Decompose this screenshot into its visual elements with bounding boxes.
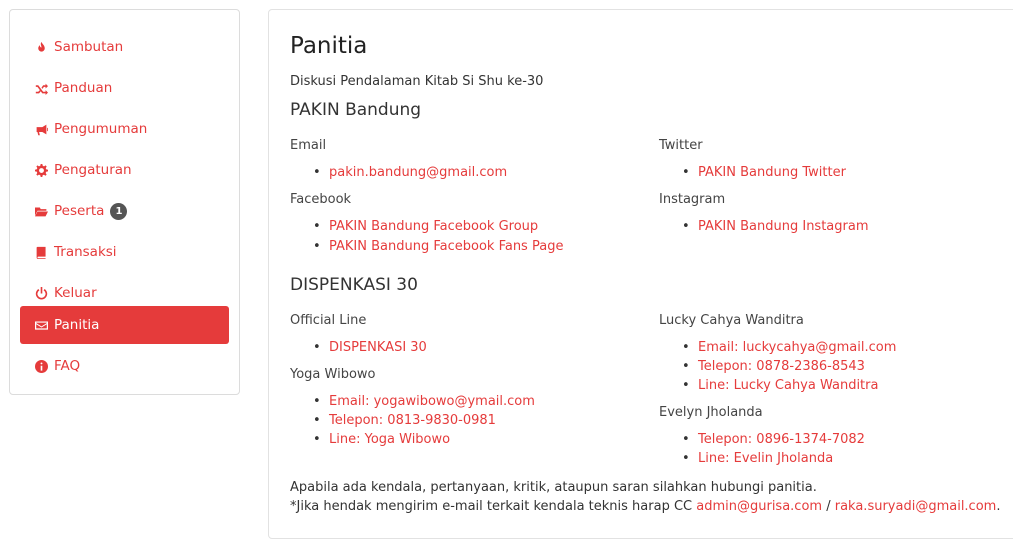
sidebar-item-faq[interactable]: FAQ (20, 347, 229, 385)
gear-icon (34, 163, 48, 177)
sidebar-item-panduan[interactable]: Panduan (20, 69, 229, 107)
sidebar-item-transaksi[interactable]: Transaksi (20, 233, 229, 271)
evelyn-phone-link[interactable]: Telepon: 0896-1374-7082 (698, 432, 865, 447)
power-icon (34, 286, 48, 300)
cc-note: *Jika hendak mengirim e-mail terkait ken… (290, 499, 1000, 514)
sidebar-item-label: Keluar (54, 285, 97, 301)
contact-note: Apabila ada kendala, pertanyaan, kritik,… (290, 480, 817, 495)
bullet: • (682, 378, 690, 393)
sidebar-item-label: Peserta (54, 203, 105, 219)
evelyn-line-link[interactable]: Line: Evelin Jholanda (698, 451, 833, 466)
evelyn-label: Evelyn Jholanda (659, 405, 763, 420)
cc-email-raka-link[interactable]: raka.suryadi@gmail.com (835, 499, 997, 514)
sidebar-item-label: Transaksi (54, 244, 117, 260)
lucky-phone-link[interactable]: Telepon: 0878-2386-8543 (698, 359, 865, 374)
bullet: • (682, 165, 690, 180)
bullhorn-icon (34, 122, 48, 136)
sidebar-item-label: Panitia (54, 317, 100, 333)
lucky-email-link[interactable]: Email: luckycahya@gmail.com (698, 340, 896, 355)
sidebar-item-pengumuman[interactable]: Pengumuman (20, 110, 229, 148)
main-panel: Panitia Diskusi Pendalaman Kitab Si Shu … (268, 9, 1013, 539)
yoga-line-link[interactable]: Line: Yoga Wibowo (329, 432, 450, 447)
twitter-label: Twitter (659, 138, 703, 153)
sidebar-item-label: Pengaturan (54, 162, 132, 178)
sidebar-item-label: Sambutan (54, 39, 124, 55)
sidebar-item-label: Pengumuman (54, 121, 148, 137)
bullet: • (313, 219, 321, 234)
cc-email-admin-link[interactable]: admin@gurisa.com (696, 499, 822, 514)
folder-open-icon (34, 204, 48, 218)
sidebar-item-panitia[interactable]: Panitia (20, 306, 229, 344)
lucky-label: Lucky Cahya Wanditra (659, 313, 804, 328)
bullet: • (682, 432, 690, 447)
cc-separator: / (822, 499, 835, 514)
instagram-label: Instagram (659, 192, 726, 207)
page-title: Panitia (290, 33, 368, 59)
fire-icon (34, 40, 48, 54)
yoga-label: Yoga Wibowo (290, 367, 376, 382)
bullet: • (682, 359, 690, 374)
twitter-link[interactable]: PAKIN Bandung Twitter (698, 165, 846, 180)
sidebar: Sambutan Panduan Pengumuman Pengaturan P… (9, 9, 240, 395)
instagram-link[interactable]: PAKIN Bandung Instagram (698, 219, 869, 234)
facebook-fanspage-link[interactable]: PAKIN Bandung Facebook Fans Page (329, 239, 563, 254)
bullet: • (313, 165, 321, 180)
yoga-email-link[interactable]: Email: yogawibowo@ymail.com (329, 394, 535, 409)
bullet: • (682, 340, 690, 355)
bullet: • (313, 394, 321, 409)
cc-note-prefix: *Jika hendak mengirim e-mail terkait ken… (290, 499, 697, 514)
bullet: • (313, 340, 321, 355)
participant-count-badge: 1 (110, 202, 128, 220)
cc-note-suffix: . (996, 499, 1001, 514)
sidebar-item-label: FAQ (54, 358, 81, 374)
sidebar-item-peserta[interactable]: Peserta 1 (20, 192, 229, 230)
bullet: • (313, 432, 321, 447)
section-heading-pakin: PAKIN Bandung (290, 100, 422, 120)
email-label: Email (290, 138, 327, 153)
section-heading-dispenkasi: DISPENKASI 30 (290, 275, 418, 295)
bullet: • (682, 219, 690, 234)
yoga-phone-link[interactable]: Telepon: 0813-9830-0981 (329, 413, 496, 428)
sidebar-item-pengaturan[interactable]: Pengaturan (20, 151, 229, 189)
bullet: • (682, 451, 690, 466)
facebook-label: Facebook (290, 192, 352, 207)
official-line-label: Official Line (290, 313, 367, 328)
envelope-icon (34, 318, 48, 332)
shuffle-icon (34, 81, 48, 95)
pakin-email-link[interactable]: pakin.bandung@gmail.com (329, 165, 507, 180)
sidebar-item-label: Panduan (54, 80, 113, 96)
info-circle-icon (34, 359, 48, 373)
lucky-line-link[interactable]: Line: Lucky Cahya Wanditra (698, 378, 878, 393)
official-line-link[interactable]: DISPENKASI 30 (329, 340, 427, 355)
page-subtitle: Diskusi Pendalaman Kitab Si Shu ke-30 (290, 74, 544, 89)
book-icon (34, 245, 48, 259)
sidebar-item-sambutan[interactable]: Sambutan (20, 28, 229, 66)
facebook-group-link[interactable]: PAKIN Bandung Facebook Group (329, 219, 538, 234)
bullet: • (313, 239, 321, 254)
bullet: • (313, 413, 321, 428)
